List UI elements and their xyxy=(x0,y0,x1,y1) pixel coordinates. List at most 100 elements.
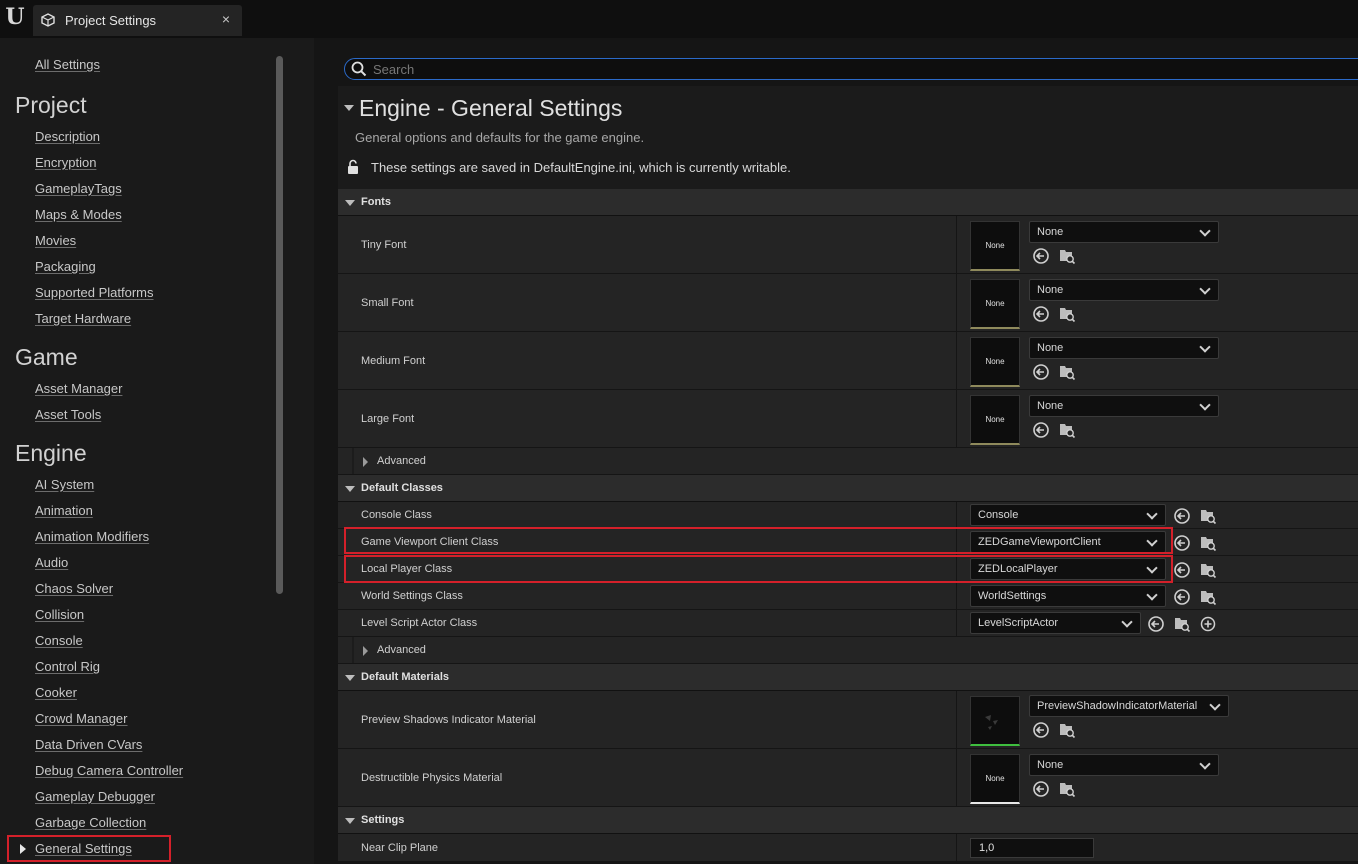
asset-picker-dropdown[interactable]: None xyxy=(1029,337,1219,359)
sidebar-item-description[interactable]: Description xyxy=(35,129,100,144)
dropdown-value: None xyxy=(1037,400,1064,412)
browse-asset-icon[interactable] xyxy=(1199,534,1217,552)
dropdown-value: None xyxy=(1037,226,1064,238)
use-selected-asset-icon[interactable] xyxy=(1147,615,1165,633)
sidebar-item-control-rig[interactable]: Control Rig xyxy=(35,659,100,674)
use-selected-asset-icon[interactable] xyxy=(1173,507,1191,525)
sidebar-item-supported-platforms[interactable]: Supported Platforms xyxy=(35,285,154,300)
browse-asset-icon[interactable] xyxy=(1058,780,1076,798)
property-label: Medium Font xyxy=(361,355,426,367)
browse-asset-icon[interactable] xyxy=(1058,421,1076,439)
column-divider[interactable] xyxy=(956,691,957,748)
sidebar-item-animation-modifiers[interactable]: Animation Modifiers xyxy=(35,529,149,544)
class-picker-dropdown[interactable]: WorldSettings xyxy=(970,585,1166,607)
advanced-classes-toggle[interactable]: Advanced xyxy=(338,637,1358,664)
sidebar-scrollbar[interactable] xyxy=(276,56,283,594)
use-selected-asset-icon[interactable] xyxy=(1032,721,1050,739)
column-divider[interactable] xyxy=(956,502,957,528)
category-fonts[interactable]: Fonts xyxy=(338,189,1358,216)
expand-arrow-icon xyxy=(363,646,368,656)
thumbnail-text: None xyxy=(985,241,1005,250)
column-divider[interactable] xyxy=(956,834,957,861)
category-default-classes[interactable]: Default Classes xyxy=(338,475,1358,502)
sidebar-item-animation[interactable]: Animation xyxy=(35,503,93,518)
column-divider[interactable] xyxy=(956,390,957,447)
sidebar-item-debug-camera-controller[interactable]: Debug Camera Controller xyxy=(35,763,183,778)
browse-asset-icon[interactable] xyxy=(1199,561,1217,579)
expand-arrow-icon[interactable] xyxy=(20,844,26,854)
asset-thumbnail[interactable]: None xyxy=(970,337,1020,387)
column-divider[interactable] xyxy=(956,332,957,389)
browse-asset-icon[interactable] xyxy=(1058,721,1076,739)
sidebar-item-cooker[interactable]: Cooker xyxy=(35,685,77,700)
browse-asset-icon[interactable] xyxy=(1199,507,1217,525)
sidebar-item-maps-modes[interactable]: Maps & Modes xyxy=(35,207,122,222)
browse-asset-icon[interactable] xyxy=(1058,305,1076,323)
sidebar-item-data-driven-cvars[interactable]: Data Driven CVars xyxy=(35,737,142,752)
asset-thumbnail[interactable]: None xyxy=(970,279,1020,329)
use-selected-asset-icon[interactable] xyxy=(1032,421,1050,439)
sidebar-item-audio[interactable]: Audio xyxy=(35,555,68,570)
asset-thumbnail[interactable]: None xyxy=(970,754,1020,804)
collapse-arrow-icon xyxy=(345,675,355,681)
row-level-script-actor-class: Level Script Actor Class LevelScriptActo… xyxy=(338,610,1358,637)
sidebar-item-gameplay-debugger[interactable]: Gameplay Debugger xyxy=(35,789,155,804)
use-selected-asset-icon[interactable] xyxy=(1173,588,1191,606)
asset-picker-dropdown[interactable]: None xyxy=(1029,754,1219,776)
browse-asset-icon[interactable] xyxy=(1058,247,1076,265)
use-selected-asset-icon[interactable] xyxy=(1032,305,1050,323)
use-selected-asset-icon[interactable] xyxy=(1032,780,1050,798)
sidebar-item-crowd-manager[interactable]: Crowd Manager xyxy=(35,711,128,726)
sidebar-item-general-settings[interactable]: General Settings xyxy=(35,841,132,856)
close-icon[interactable]: × xyxy=(222,11,230,27)
column-divider[interactable] xyxy=(956,610,957,636)
column-divider[interactable] xyxy=(956,216,957,273)
sidebar-item-all-settings[interactable]: All Settings xyxy=(35,57,100,72)
use-selected-asset-icon[interactable] xyxy=(1032,363,1050,381)
use-selected-asset-icon[interactable] xyxy=(1032,247,1050,265)
config-save-note: These settings are saved in DefaultEngin… xyxy=(371,160,791,175)
advanced-fonts-toggle[interactable]: Advanced xyxy=(338,448,1358,475)
search-box[interactable] xyxy=(344,58,1358,80)
column-divider[interactable] xyxy=(956,274,957,331)
thumbnail-text: None xyxy=(985,774,1005,783)
column-divider[interactable] xyxy=(956,583,957,609)
column-divider[interactable] xyxy=(956,749,957,806)
sidebar-item-target-hardware[interactable]: Target Hardware xyxy=(35,311,131,326)
sidebar-item-garbage-collection[interactable]: Garbage Collection xyxy=(35,815,146,830)
sidebar-item-ai-system[interactable]: AI System xyxy=(35,477,94,492)
tab-project-settings[interactable]: Project Settings × xyxy=(33,5,242,36)
title-bar: U Project Settings × xyxy=(0,0,1358,38)
browse-asset-icon[interactable] xyxy=(1199,588,1217,606)
use-selected-asset-icon[interactable] xyxy=(1173,534,1191,552)
search-input[interactable] xyxy=(373,60,1323,78)
browse-asset-icon[interactable] xyxy=(1173,615,1191,633)
sidebar-item-encryption[interactable]: Encryption xyxy=(35,155,96,170)
category-settings[interactable]: Settings xyxy=(338,807,1358,834)
sidebar-item-console[interactable]: Console xyxy=(35,633,83,648)
asset-thumbnail[interactable]: None xyxy=(970,395,1020,445)
sidebar-item-packaging[interactable]: Packaging xyxy=(35,259,96,274)
asset-picker-dropdown[interactable]: None xyxy=(1029,395,1219,417)
property-label: Destructible Physics Material xyxy=(361,772,503,784)
material-thumbnail[interactable] xyxy=(970,696,1020,746)
asset-picker-dropdown[interactable]: None xyxy=(1029,221,1219,243)
near-clip-plane-input[interactable] xyxy=(970,838,1094,858)
asset-thumbnail[interactable]: None xyxy=(970,221,1020,271)
class-picker-dropdown[interactable]: LevelScriptActor xyxy=(970,612,1141,634)
collapse-arrow-icon[interactable] xyxy=(344,105,354,111)
add-icon[interactable] xyxy=(1199,615,1217,633)
category-default-materials[interactable]: Default Materials xyxy=(338,664,1358,691)
sidebar-item-asset-manager[interactable]: Asset Manager xyxy=(35,381,122,396)
sidebar-item-asset-tools[interactable]: Asset Tools xyxy=(35,407,101,422)
class-picker-dropdown[interactable]: Console xyxy=(970,504,1166,526)
row-tiny-font: Tiny Font None None xyxy=(338,216,1358,274)
browse-asset-icon[interactable] xyxy=(1058,363,1076,381)
use-selected-asset-icon[interactable] xyxy=(1173,561,1191,579)
sidebar-item-collision[interactable]: Collision xyxy=(35,607,84,622)
sidebar-item-gameplaytags[interactable]: GameplayTags xyxy=(35,181,122,196)
asset-picker-dropdown[interactable]: None xyxy=(1029,279,1219,301)
sidebar-item-chaos-solver[interactable]: Chaos Solver xyxy=(35,581,113,596)
asset-picker-dropdown[interactable]: PreviewShadowIndicatorMaterial xyxy=(1029,695,1229,717)
sidebar-item-movies[interactable]: Movies xyxy=(35,233,76,248)
